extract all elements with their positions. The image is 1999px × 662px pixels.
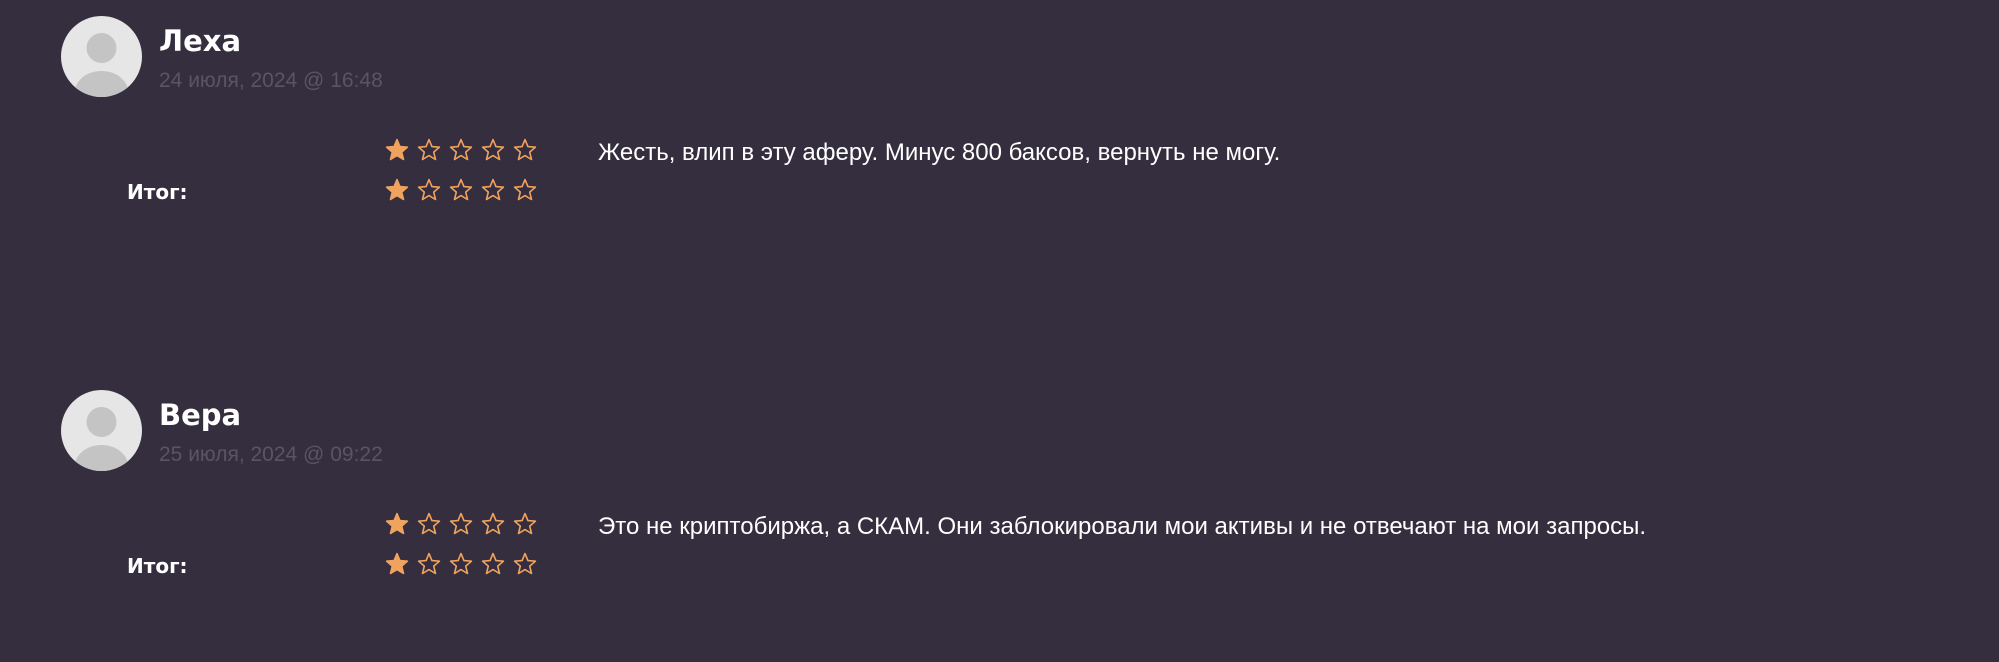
star-filled-icon bbox=[385, 512, 417, 538]
user-icon bbox=[74, 407, 129, 471]
avatar bbox=[61, 390, 142, 471]
avatar bbox=[61, 16, 142, 97]
star-empty-icon bbox=[417, 512, 449, 538]
star-empty-icon bbox=[481, 178, 513, 204]
star-empty-icon bbox=[449, 552, 481, 578]
star-empty-icon bbox=[481, 512, 513, 538]
star-empty-icon bbox=[513, 138, 545, 164]
user-icon bbox=[74, 33, 129, 97]
star-empty-icon bbox=[417, 138, 449, 164]
review-rating-stars bbox=[385, 512, 545, 538]
star-empty-icon bbox=[513, 552, 545, 578]
total-rating-stars bbox=[385, 552, 545, 578]
star-empty-icon bbox=[449, 138, 481, 164]
star-empty-icon bbox=[513, 512, 545, 538]
review-date: 24 июля, 2024 @ 16:48 bbox=[159, 69, 383, 92]
review-rating-stars bbox=[385, 138, 545, 164]
review-author: Вера bbox=[159, 398, 242, 432]
star-empty-icon bbox=[417, 552, 449, 578]
review-text: Это не криптобиржа, а СКАМ. Они заблокир… bbox=[598, 513, 1647, 540]
review-author: Леха bbox=[159, 24, 242, 58]
review-text: Жесть, влип в эту аферу. Минус 800 баксо… bbox=[598, 139, 1281, 166]
star-filled-icon bbox=[385, 178, 417, 204]
total-rating-stars bbox=[385, 178, 545, 204]
total-label: Итог: bbox=[127, 180, 188, 204]
star-empty-icon bbox=[417, 178, 449, 204]
star-filled-icon bbox=[385, 138, 417, 164]
star-empty-icon bbox=[513, 178, 545, 204]
star-empty-icon bbox=[481, 138, 513, 164]
review-item: Леха 24 июля, 2024 @ 16:48 Итог: Жесть, … bbox=[0, 0, 1999, 204]
star-empty-icon bbox=[449, 178, 481, 204]
star-empty-icon bbox=[449, 512, 481, 538]
total-label: Итог: bbox=[127, 554, 188, 578]
star-empty-icon bbox=[481, 552, 513, 578]
star-filled-icon bbox=[385, 552, 417, 578]
review-item: Вера 25 июля, 2024 @ 09:22 Итог: Это не … bbox=[0, 374, 1999, 578]
review-date: 25 июля, 2024 @ 09:22 bbox=[159, 443, 383, 466]
